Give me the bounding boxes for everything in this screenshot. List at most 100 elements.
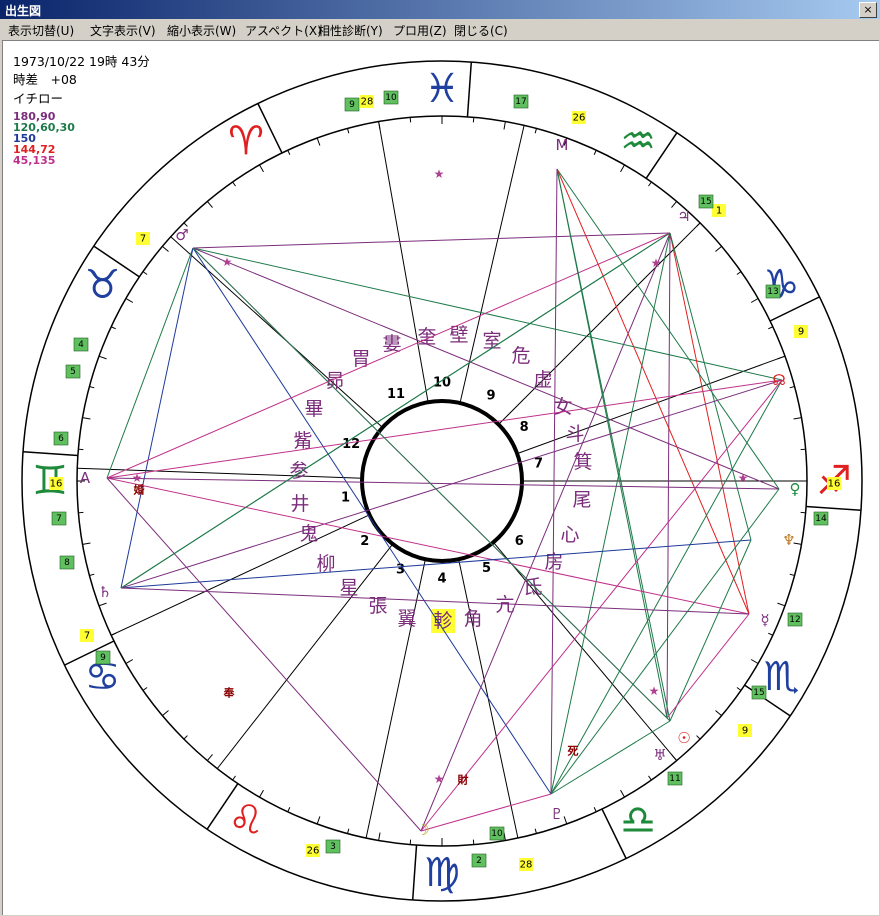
degree-tick	[260, 165, 264, 172]
sign-boundary	[413, 845, 417, 900]
menu-compatibility[interactable]: 相性診断(Y)	[318, 22, 383, 39]
aspect-line	[121, 248, 193, 588]
pisces-icon: ♓	[424, 66, 460, 112]
ascendant-label: A	[80, 469, 91, 487]
menu-display-switch[interactable]: 表示切替(U)	[8, 22, 74, 39]
legend-semisquare: 45,135	[13, 155, 55, 166]
degree-tick	[751, 660, 758, 664]
degree-tick	[737, 272, 741, 275]
menu-close[interactable]: 閉じる(C)	[454, 22, 508, 39]
sign-boundary	[806, 506, 861, 510]
menu-aspect[interactable]: アスペクト(X)	[245, 22, 322, 39]
degree-tick	[184, 736, 188, 740]
degree-tick	[790, 574, 795, 575]
degree-tick	[126, 660, 133, 664]
point-label-1: 財	[457, 773, 469, 787]
taurus-icon: ♉	[85, 262, 121, 308]
menu-reduced-display[interactable]: 縮小表示(W)	[167, 22, 236, 39]
sign-boundary	[23, 452, 78, 456]
house-number-11: 11	[387, 387, 405, 402]
degree-tick	[233, 182, 236, 186]
house-cusp-line	[379, 122, 428, 403]
house-number-2: 2	[360, 534, 369, 549]
lunar-mansion-21: 参	[289, 460, 308, 482]
time-difference: 時差 +08	[13, 69, 77, 88]
degree-tick	[126, 299, 133, 303]
close-button[interactable]: ×	[859, 2, 877, 18]
moon-icon: ☽	[416, 821, 429, 839]
fixed-star-marker: ★	[434, 772, 445, 786]
degree-tick	[83, 418, 91, 419]
aquarius-icon: ♒	[620, 119, 656, 165]
uranus-icon: ♅	[653, 746, 666, 764]
venus-icon: ♀	[790, 480, 801, 498]
menu-text-display[interactable]: 文字表示(V)	[90, 22, 156, 39]
birth-datetime: 1973/10/22 19時 43分	[13, 51, 150, 70]
degree-tick	[99, 603, 107, 606]
degree-tick	[162, 710, 168, 715]
degree-tag-yellow-text: 7	[140, 234, 146, 245]
degree-tick	[535, 128, 536, 133]
degree-tick	[751, 299, 758, 303]
degree-tick	[594, 807, 596, 812]
degree-tick	[715, 246, 721, 251]
degree-tag-yellow-text: 16	[828, 479, 841, 490]
fixed-star-marker: ★	[434, 167, 445, 181]
degree-tag-yellow-text: 1	[716, 206, 722, 217]
lunar-mansion-20: 井	[290, 493, 309, 515]
point-label-3: 奉	[223, 686, 236, 700]
lunar-mansion-26: 婁	[382, 333, 401, 355]
aspect-line	[421, 794, 551, 831]
aspect-line	[551, 721, 670, 794]
degree-tick	[535, 829, 536, 834]
degree-tick	[697, 736, 701, 740]
degree-tick	[564, 816, 567, 824]
midheaven-label: M	[556, 136, 569, 154]
degree-tick	[777, 603, 785, 606]
fixed-star-marker: ★	[651, 256, 662, 270]
leo-icon: ♌	[228, 797, 264, 843]
degree-tag-green-text: 4	[78, 340, 84, 350]
degree-tick	[768, 633, 773, 635]
house-cusp-line	[171, 237, 383, 428]
degree-tag-green-text: 2	[476, 856, 482, 866]
degree-tick	[233, 776, 236, 780]
person-name: イチロー	[13, 88, 63, 107]
lunar-mansion-8: 尾	[572, 489, 591, 511]
mars-icon: ♂	[175, 226, 188, 244]
degree-tick	[790, 387, 795, 388]
libra-icon: ♎	[620, 797, 656, 843]
degree-tag-green-text: 13	[767, 287, 778, 297]
lunar-mansion-4: 虚	[533, 369, 552, 391]
menu-pro[interactable]: プロ用(Z)	[393, 22, 447, 39]
house-cusp-line	[111, 515, 369, 635]
degree-tick	[348, 829, 349, 834]
degree-tag-green-text: 8	[64, 558, 70, 568]
lunar-mansion-6: 斗	[565, 423, 584, 445]
house-cusp-line	[77, 468, 362, 478]
scorpio-icon: ♏	[764, 654, 800, 700]
house-number-4: 4	[437, 572, 446, 587]
house-cusp-line	[217, 544, 392, 769]
birth-chart-window: 出生図 × 表示切替(U) 文字表示(V) 縮小表示(W) アスペクト(X) 相…	[0, 0, 880, 916]
title-bar[interactable]: 出生図 ×	[0, 0, 880, 19]
lunar-mansion-9: 心	[560, 524, 579, 546]
degree-tag-yellow-text: 26	[573, 113, 586, 124]
sun-icon: ☉	[677, 729, 690, 747]
degree-tick	[89, 574, 94, 575]
degree-tag-yellow-text: 9	[742, 726, 748, 737]
degree-tick	[504, 122, 505, 130]
degree-tick	[768, 327, 773, 329]
aspect-line	[193, 248, 670, 721]
degree-tag-green-text: 15	[753, 688, 764, 698]
degree-tag-green-text: 9	[349, 100, 355, 110]
north-node-icon: ☊	[772, 371, 785, 389]
degree-tag-green-text: 14	[815, 514, 827, 524]
degree-tick	[348, 128, 349, 133]
aspect-line	[193, 233, 670, 248]
lunar-mansion-17: 星	[339, 577, 358, 599]
degree-tick	[671, 201, 676, 207]
degree-tick	[737, 687, 741, 690]
house-number-5: 5	[482, 561, 491, 576]
degree-tag-green-text: 9	[100, 653, 106, 663]
